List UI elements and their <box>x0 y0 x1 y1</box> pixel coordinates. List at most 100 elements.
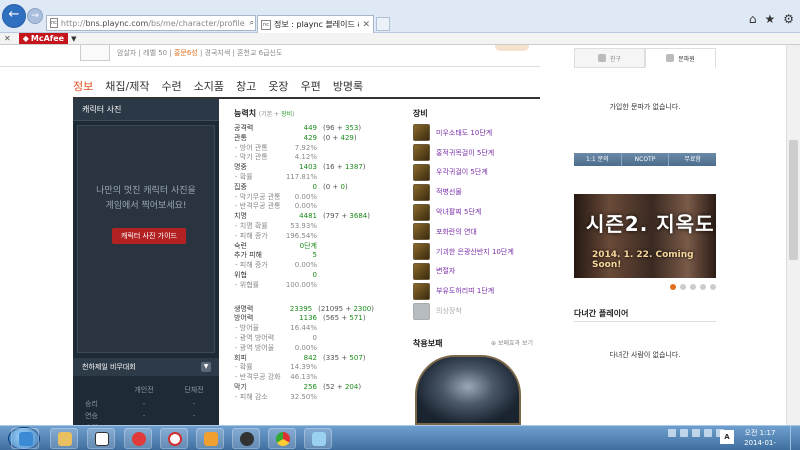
windows-taskbar: A 오전 1:17 2014-01-18 <box>0 425 800 450</box>
back-button[interactable]: ← <box>2 4 26 28</box>
stat-row: - 위협률 100.00% <box>234 281 374 291</box>
tray-icon-3[interactable] <box>692 429 700 437</box>
show-desktop-button[interactable] <box>790 426 800 450</box>
stat-value: 16.44% <box>290 324 317 333</box>
tournament-row-team: - <box>192 400 196 408</box>
nav-item[interactable]: 수련 <box>161 78 181 94</box>
equipment-item[interactable]: 변절자 <box>413 262 543 282</box>
equipment-item[interactable]: 기괴한 은광산반지 10단계 <box>413 242 543 262</box>
equipment-item[interactable]: 부유도허리띠 1단계 <box>413 281 543 301</box>
equipment-name[interactable]: 기괴한 은광산반지 10단계 <box>436 247 514 257</box>
banner-dot[interactable] <box>670 284 676 290</box>
tab-guild-label: 문파원 <box>678 55 695 63</box>
close-toolbar-icon[interactable]: ✕ <box>0 34 19 43</box>
tab-guild-members[interactable]: 문파원 <box>645 48 716 68</box>
search-icon[interactable]: ⌕ <box>248 18 256 28</box>
taskbar-ie[interactable] <box>11 428 39 449</box>
applied-more-link[interactable]: ⊕ 보패효과 보기 <box>491 338 533 347</box>
language-indicator[interactable]: A <box>720 430 734 444</box>
equipment-item[interactable]: 우각귀걸이 5단계 <box>413 163 543 183</box>
taskbar-app-window[interactable] <box>304 428 332 449</box>
taskbar-explorer[interactable] <box>50 428 78 449</box>
tray-icon-1[interactable] <box>668 429 676 437</box>
taskbar-app-sync[interactable] <box>124 428 152 449</box>
scrollbar-thumb[interactable] <box>789 140 798 260</box>
tournament-header[interactable]: 천하제일 비무대회 ▼ <box>73 358 219 376</box>
taskbar-app-u[interactable] <box>160 428 188 449</box>
nav-item[interactable]: 채집/제작 <box>105 78 149 94</box>
url-text[interactable]: http://bns.plaync.com/bs/me/character/pr… <box>61 19 245 28</box>
url-host: bns.plaync.com <box>85 18 149 28</box>
tray-icon-4[interactable] <box>704 429 712 437</box>
equipment-icon[interactable] <box>413 223 430 241</box>
nav-item[interactable]: 창고 <box>236 78 256 94</box>
banner-dot[interactable] <box>700 284 706 290</box>
banner-dot[interactable] <box>680 284 686 290</box>
equipment-item[interactable]: 홍적귀목걸이 5단계 <box>413 143 543 163</box>
dropdown-icon[interactable]: ▼ <box>201 362 211 372</box>
nav-item[interactable]: 옷장 <box>268 78 288 94</box>
stat-rows-defense: 생명력 23395 (21095 + 2300) 방어력 1136 (565 + 571)… <box>234 305 374 403</box>
tray-icon-2[interactable] <box>680 429 688 437</box>
equipment-name[interactable]: 포화란의 연대 <box>436 227 477 237</box>
stats-title-sub: (기본 + 장비) <box>259 111 295 118</box>
equipment-name[interactable]: 변절자 <box>436 266 455 276</box>
browser-tab[interactable]: nc 정보 : plaync 블레이드 & ... ✕ <box>257 15 374 33</box>
equipment-name[interactable]: 적병선물 <box>436 187 462 197</box>
nav-item[interactable]: 정보 <box>73 78 93 94</box>
photo-guide-button[interactable]: 캐릭터 사진 가이드 <box>112 228 186 244</box>
season-banner[interactable]: 시즌2. 지옥도 2014. 1. 22. Coming Soon! <box>574 194 716 278</box>
equipment-icon[interactable] <box>413 203 430 221</box>
taskbar-app-grid[interactable] <box>196 428 224 449</box>
nav-item[interactable]: 방명록 <box>333 78 363 94</box>
vertical-scrollbar[interactable] <box>786 45 800 425</box>
sidebar-link[interactable]: 1:1 문의 <box>574 153 622 166</box>
equipment-item[interactable]: 미우소태도 10단계 <box>413 123 543 143</box>
equipment-item[interactable]: 의상장착 <box>413 301 543 321</box>
equipment-icon[interactable] <box>413 183 430 201</box>
mcafee-dropdown-icon[interactable]: ▼ <box>71 35 76 43</box>
profile-action-button[interactable] <box>495 45 529 51</box>
equipment-name[interactable]: 부유도허리띠 1단계 <box>436 286 494 296</box>
close-tab-icon[interactable]: ✕ <box>362 20 373 30</box>
home-icon[interactable]: ⌂ <box>749 12 757 26</box>
taskbar-chrome[interactable] <box>268 428 296 449</box>
stat-breakdown-equip: 1387 <box>344 163 363 172</box>
equipment-name[interactable]: 우각귀걸이 5단계 <box>436 167 488 177</box>
taskbar-app-camera[interactable] <box>232 428 260 449</box>
gear-icon[interactable]: ⚙ <box>783 12 794 26</box>
favorites-star-icon[interactable]: ★ <box>764 12 775 26</box>
new-tab-button[interactable] <box>376 17 390 31</box>
equipment-icon[interactable] <box>413 163 430 181</box>
clock[interactable]: 오전 1:17 2014-01-18 <box>740 428 780 450</box>
nav-item[interactable]: 소지품 <box>194 78 224 94</box>
stat-breakdown: (16 + 1387) <box>317 163 366 173</box>
equipment-name[interactable]: 홍적귀목걸이 5단계 <box>436 148 494 158</box>
mcafee-button[interactable]: ◆ McAfee <box>18 33 69 44</box>
equipment-name[interactable]: 악녀팔찌 5단계 <box>436 207 481 217</box>
equipment-icon[interactable] <box>413 282 430 300</box>
equipment-name[interactable]: 미우소태도 10단계 <box>436 128 492 138</box>
photo-message: 나만의 멋진 캐릭터 사진을 게임에서 찍어보세요! <box>78 184 214 214</box>
banner-dot[interactable] <box>710 284 716 290</box>
stats-sub-pre: (기본 + <box>258 111 282 118</box>
equipment-icon[interactable] <box>413 302 430 320</box>
taskbar-app-dice[interactable] <box>87 428 115 449</box>
banner-dot[interactable] <box>690 284 696 290</box>
sidebar-link[interactable]: 무료함 <box>669 153 716 166</box>
equipment-icon[interactable] <box>413 124 430 142</box>
equipment-icon[interactable] <box>413 144 430 162</box>
tab-friends[interactable]: 친구 <box>574 48 645 68</box>
sidebar-link[interactable]: NCOTP <box>622 153 670 166</box>
equipment-item[interactable]: 적병선물 <box>413 182 543 202</box>
tournament-table-header: 개인전 단체전 <box>73 384 219 398</box>
equipment-icon[interactable] <box>413 262 430 280</box>
address-bar[interactable]: nc http://bns.plaync.com/bs/me/character… <box>46 15 279 31</box>
nav-item[interactable]: 우편 <box>301 78 321 94</box>
tournament-row-solo: - <box>142 400 146 408</box>
equipment-icon[interactable] <box>413 243 430 261</box>
equipment-name[interactable]: 의상장착 <box>436 306 462 316</box>
equipment-item[interactable]: 악녀팔찌 5단계 <box>413 202 543 222</box>
equipment-item[interactable]: 포화란의 연대 <box>413 222 543 242</box>
forward-button[interactable]: → <box>27 8 43 24</box>
